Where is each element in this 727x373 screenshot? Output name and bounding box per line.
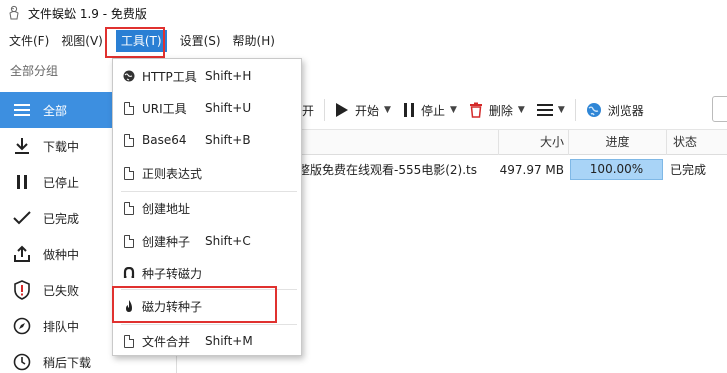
row-status: 已完成 — [670, 163, 707, 177]
more-menu-button[interactable]: ▼ — [531, 96, 571, 124]
menu-item-base64[interactable]: Base64 Shift+B — [113, 124, 301, 156]
sidebar-item-label: 已停止 — [43, 175, 80, 190]
menu-item-label: URI工具 — [142, 101, 187, 116]
menu-item-shortcut: Shift+H — [205, 69, 252, 83]
delete-button[interactable]: 删除 ▼ — [463, 96, 531, 124]
menu-settings[interactable]: 设置(S) — [175, 30, 226, 52]
globe-icon — [123, 69, 135, 83]
toolbar-separator — [324, 99, 326, 121]
window-title: 文件蜈蚣 1.9 - 免费版 — [28, 6, 147, 21]
menu-item-torrent-to-magnet[interactable]: 种子转磁力 — [113, 257, 301, 289]
menu-item-shortcut: Shift+C — [205, 234, 251, 248]
menu-item-create-address[interactable]: 创建地址 — [113, 192, 301, 224]
menu-help[interactable]: 帮助(H) — [228, 30, 280, 52]
play-icon — [336, 103, 349, 117]
column-status-label: 状态 — [673, 135, 698, 149]
menu-item-regex[interactable]: 正则表达式 — [113, 157, 301, 189]
check-icon — [10, 208, 34, 228]
column-status[interactable]: 状态 — [666, 130, 727, 155]
toolbar-separator — [574, 99, 576, 121]
app-logo-icon — [9, 5, 19, 20]
document-icon — [124, 201, 134, 215]
pause-icon — [10, 172, 34, 192]
stop-button[interactable]: 停止 ▼ — [397, 96, 463, 124]
document-icon — [124, 234, 134, 248]
menu-item-label: Base64 — [142, 133, 187, 147]
menu-item-file-merge[interactable]: 文件合并 Shift+M — [113, 325, 301, 357]
browser-label: 浏览器 — [607, 103, 644, 118]
row-progress-bar: 100.00% — [570, 159, 663, 180]
delete-label: 删除 — [488, 103, 513, 118]
document-icon — [124, 133, 134, 147]
sidebar-item-label: 下载中 — [43, 139, 80, 154]
menu-item-label: HTTP工具 — [142, 69, 197, 84]
pause-icon — [403, 103, 414, 117]
sidebar-item-label: 稍后下载 — [43, 355, 92, 370]
magnet-to-torrent-highlight-box — [112, 286, 277, 323]
title-bar: 文件蜈蚣 1.9 - 免费版 — [0, 0, 727, 26]
menu-item-label: 创建地址 — [142, 201, 191, 216]
column-size[interactable]: 大小 — [498, 130, 568, 155]
trash-icon — [469, 102, 482, 118]
group-label: 全部分组 — [10, 64, 59, 78]
start-label: 开始 — [355, 103, 380, 118]
row-filename: 完整版免费在线观看-555电影(2).ts — [286, 163, 478, 177]
menu-item-http-tool[interactable]: HTTP工具 Shift+H — [113, 60, 301, 92]
document-icon — [124, 101, 134, 115]
row-progress-label: 100.00% — [589, 162, 644, 176]
globe-icon — [586, 103, 601, 117]
menu-item-shortcut: Shift+U — [205, 101, 252, 115]
column-progress[interactable]: 进度 — [568, 130, 666, 155]
menu-item-label: 种子转磁力 — [142, 266, 203, 281]
column-size-label: 大小 — [539, 135, 564, 149]
start-button[interactable]: 开始 ▼ — [329, 96, 397, 124]
search-input[interactable] — [712, 96, 727, 122]
clock-icon — [10, 352, 34, 372]
sidebar-item-label: 做种中 — [43, 247, 80, 262]
sidebar-item-label: 排队中 — [43, 319, 80, 334]
menu-item-label: 文件合并 — [142, 334, 191, 349]
menu-item-create-torrent[interactable]: 创建种子 Shift+C — [113, 225, 301, 257]
sidebar-item-label: 已失败 — [43, 283, 80, 298]
stop-label: 停止 — [420, 103, 445, 118]
document-icon — [124, 334, 134, 348]
chevron-down-icon: ▼ — [384, 105, 391, 115]
menu-item-label: 创建种子 — [142, 234, 191, 249]
menu-item-uri-tool[interactable]: URI工具 Shift+U — [113, 92, 301, 124]
menu-icon — [536, 104, 553, 116]
list-icon — [10, 100, 34, 120]
chevron-down-icon: ▼ — [517, 105, 525, 115]
tools-menu-highlight-box — [105, 27, 165, 58]
chevron-down-icon: ▼ — [557, 105, 565, 115]
menu-item-shortcut: Shift+M — [205, 334, 253, 348]
menu-item-shortcut: Shift+B — [205, 133, 251, 147]
sidebar-item-label: 已完成 — [43, 211, 80, 226]
shield-alert-icon — [10, 280, 34, 300]
document-icon — [124, 166, 134, 180]
upload-icon — [10, 244, 34, 264]
chevron-down-icon: ▼ — [449, 105, 457, 115]
menu-file[interactable]: 文件(F) — [4, 30, 54, 52]
browser-button[interactable]: 浏览器 — [580, 96, 650, 124]
menu-view[interactable]: 视图(V) — [56, 30, 108, 52]
partial-toolbar-label: 开 — [302, 103, 315, 118]
menu-item-label: 正则表达式 — [142, 166, 203, 181]
compass-icon — [10, 316, 34, 336]
magnet-icon — [123, 266, 135, 280]
download-icon — [10, 136, 34, 156]
row-size: 497.97 MB — [499, 163, 564, 177]
column-progress-label: 进度 — [605, 135, 630, 149]
sidebar-item-label: 全部 — [43, 103, 68, 118]
